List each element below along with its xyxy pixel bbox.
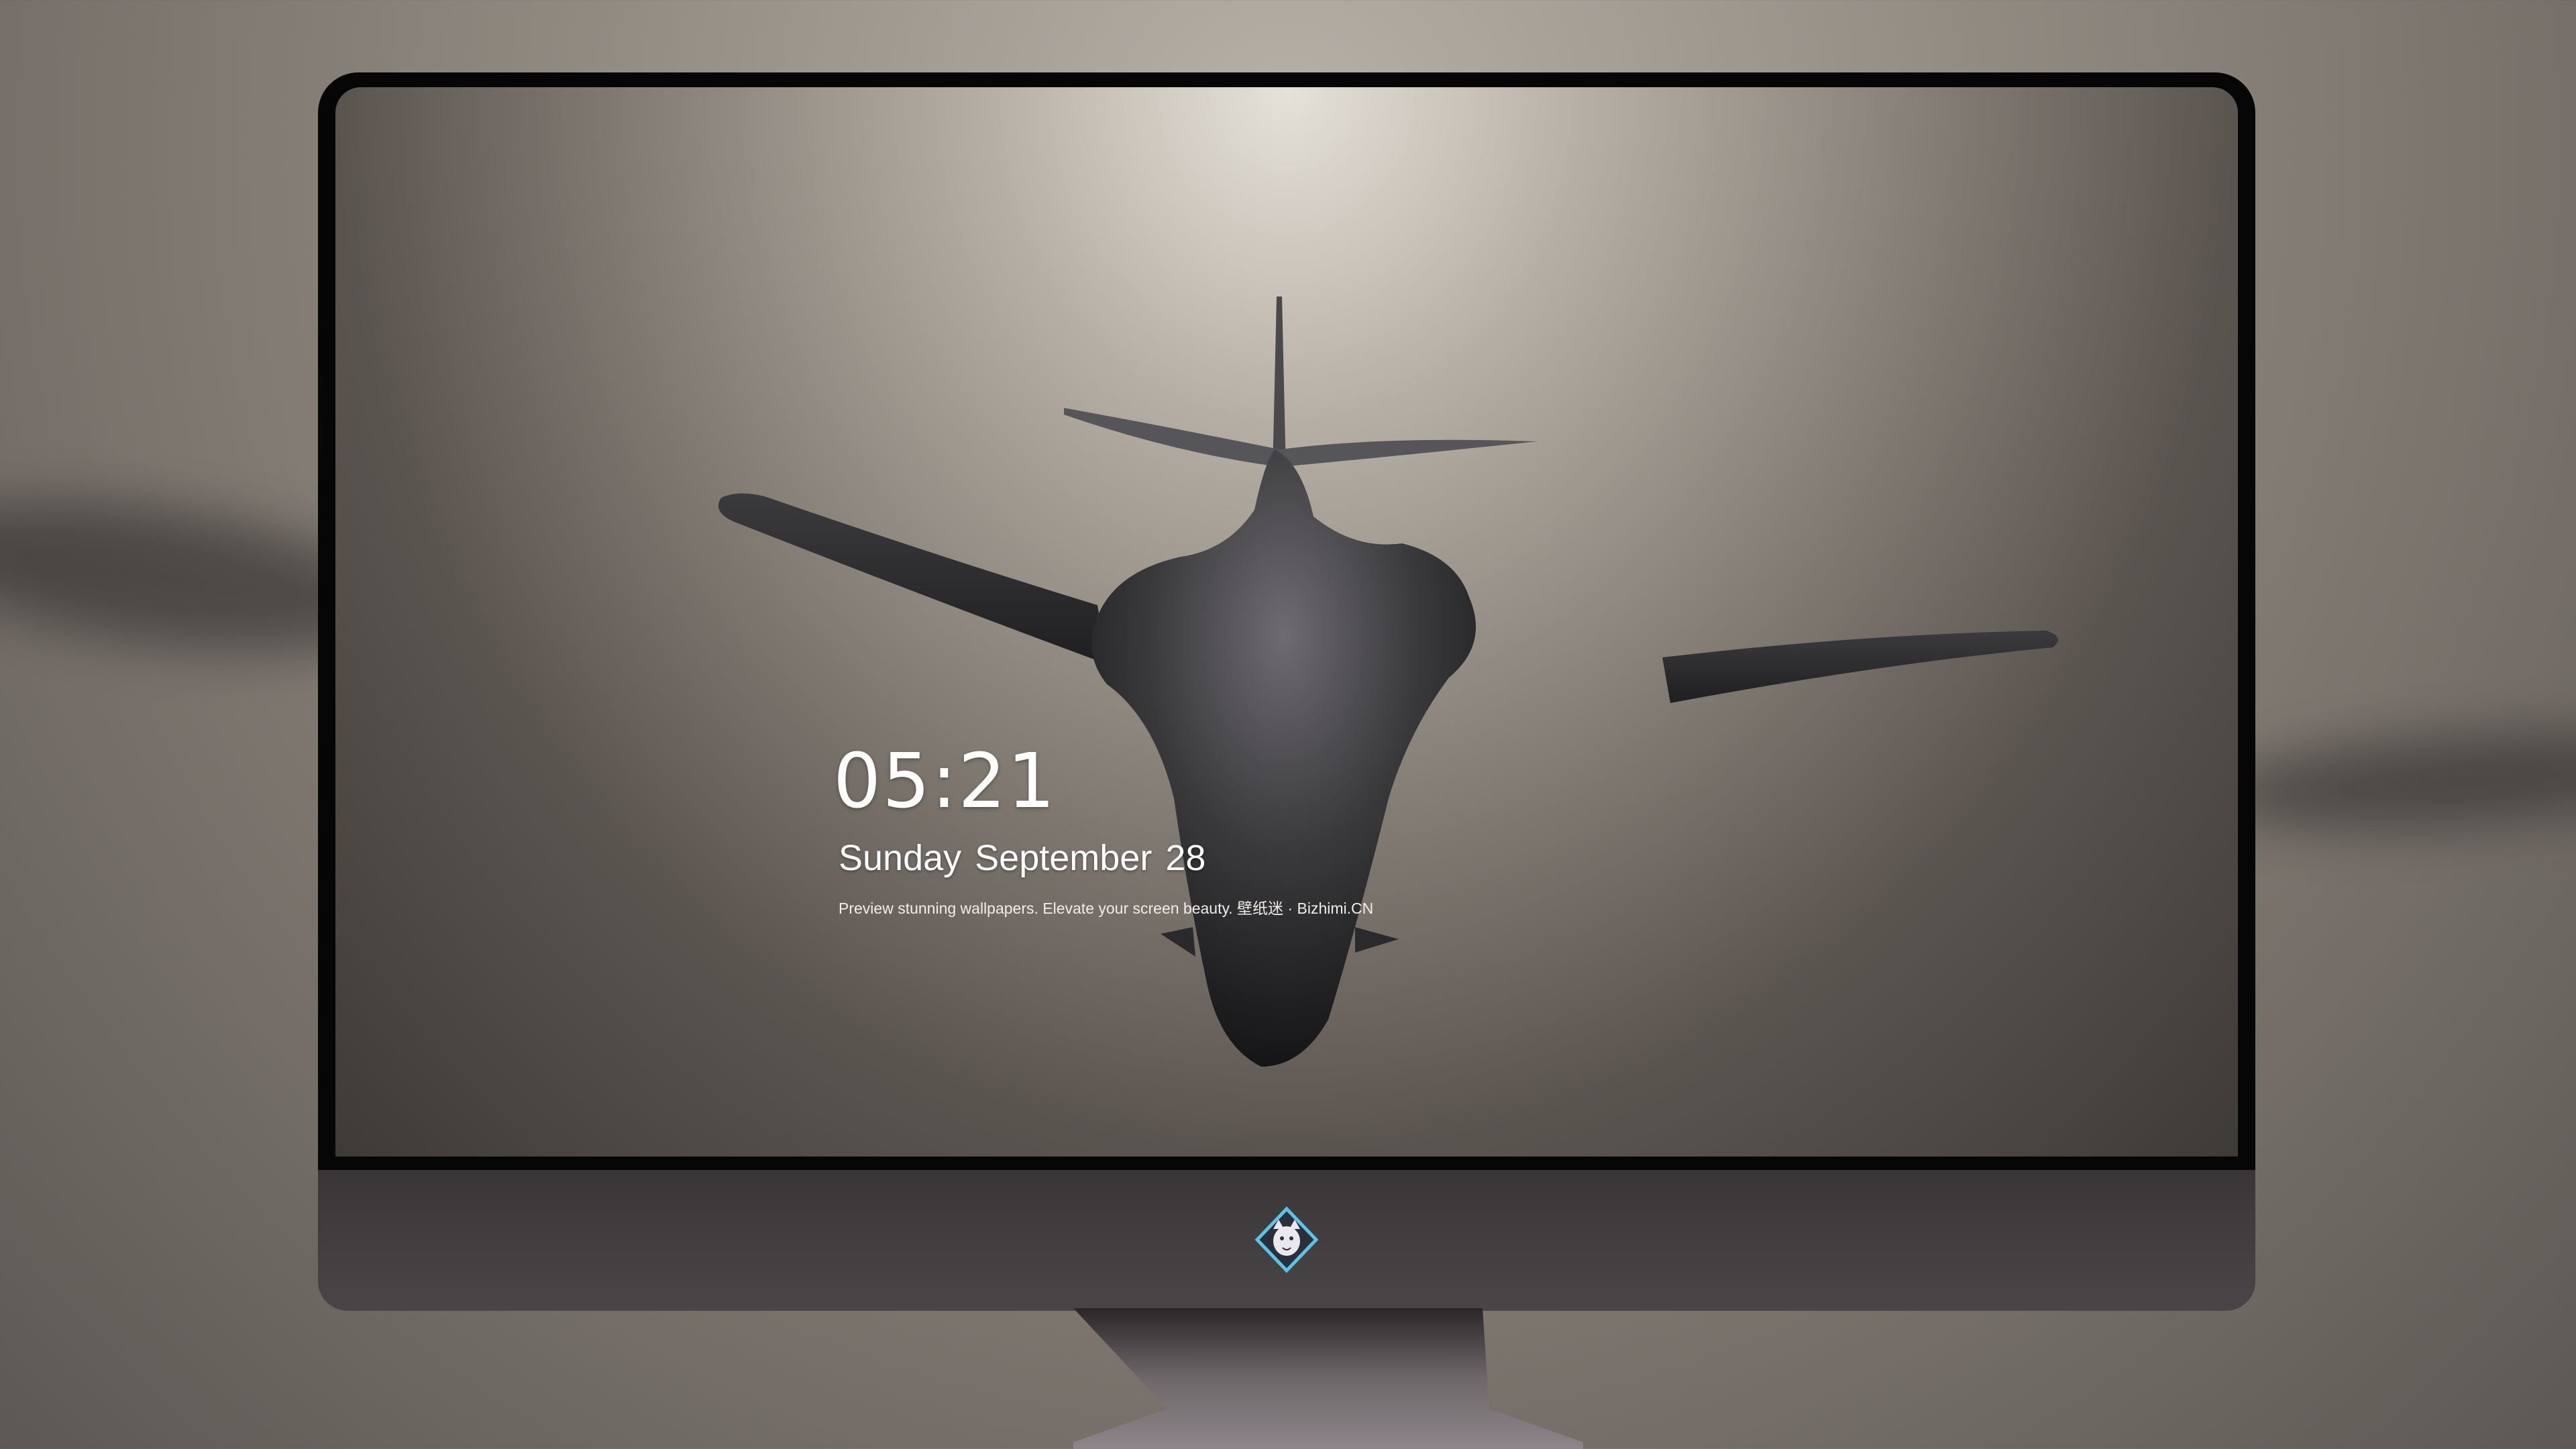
monitor-bezel: 05:21 Sunday September 28 Preview stunning… — [318, 72, 2255, 1170]
date-day: 28 — [1165, 838, 1206, 878]
background-blur-streak-right — [2211, 721, 2576, 842]
monitor-screen: 05:21 Sunday September 28 Preview stunning… — [335, 87, 2238, 1157]
lockscreen-clock: 05:21 — [833, 738, 1057, 825]
lockscreen-date: Sunday September 28 — [839, 837, 1219, 879]
wolf-logo — [1253, 1206, 1320, 1273]
wallpaper-tagline: Preview stunning wallpapers. Elevate you… — [839, 900, 1374, 917]
desktop-monitor: 05:21 Sunday September 28 Preview stunning… — [318, 72, 2255, 1311]
date-month: September — [975, 838, 1152, 878]
date-weekday: Sunday — [839, 838, 962, 878]
monitor-stand — [1073, 1308, 1583, 1449]
wallpaper-aircraft — [718, 297, 2058, 1067]
